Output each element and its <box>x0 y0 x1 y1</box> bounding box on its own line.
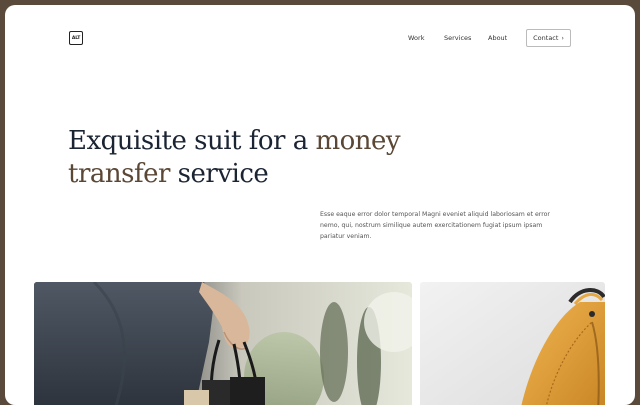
hero-title-accent-1: money <box>315 126 401 156</box>
hero-title-plain-1: Exquisite suit for a <box>68 126 316 156</box>
shopping-bags-illustration <box>34 282 412 405</box>
hero-title-accent-2: transfer <box>68 159 170 189</box>
hero-description: Esse eaque error dolor temporal Magni ev… <box>320 211 550 240</box>
main-nav: Work Services About Contact › <box>5 29 635 47</box>
orange-handbag-photo <box>420 282 605 405</box>
hero-title: Exquisite suit for a money transfer serv… <box>68 125 428 191</box>
nav-about-link[interactable]: About <box>488 29 507 47</box>
hero-title-plain-2: service <box>169 159 269 189</box>
shopping-bags-photo <box>34 282 412 405</box>
nav-work-link[interactable]: Work <box>408 29 424 47</box>
chevron-right-icon: › <box>561 34 564 42</box>
nav-services-link[interactable]: Services <box>444 29 471 47</box>
orange-handbag-illustration <box>420 282 605 405</box>
page-frame: ALT Work Services About Contact › Exquis… <box>5 5 635 405</box>
contact-button-label: Contact <box>533 34 559 42</box>
contact-button[interactable]: Contact › <box>526 29 571 47</box>
